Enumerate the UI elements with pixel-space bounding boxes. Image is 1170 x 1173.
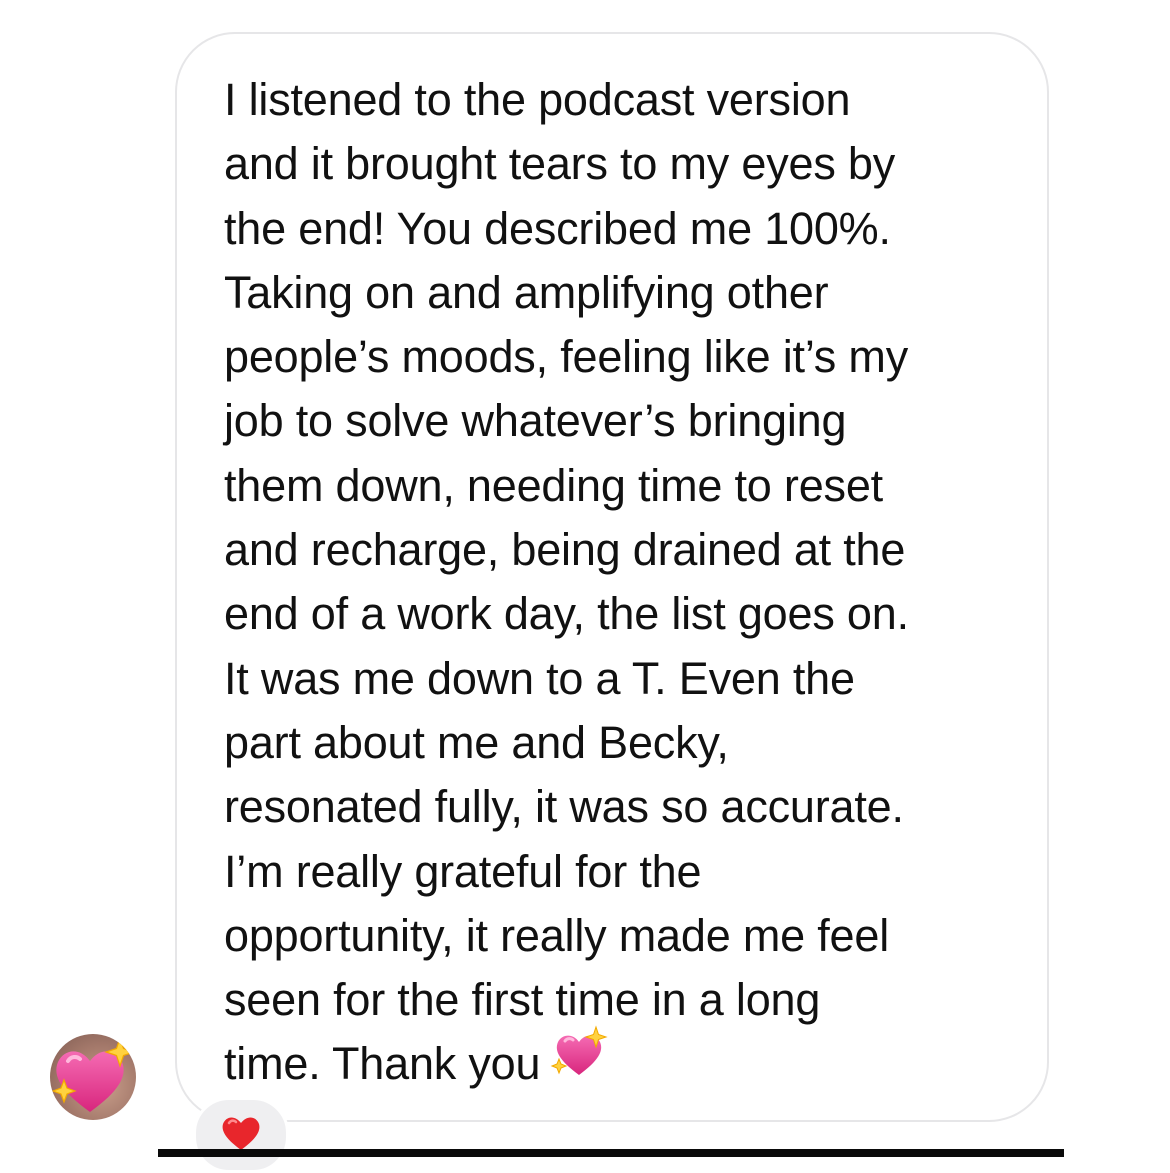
message-line: and it brought tears to my eyes by bbox=[224, 138, 896, 190]
avatar[interactable] bbox=[50, 1034, 136, 1120]
message-line: job to solve whatever’s bringing bbox=[224, 395, 847, 447]
message-line: end of a work day, the list goes on. bbox=[224, 588, 909, 640]
message-line: part about me and Becky, bbox=[224, 716, 729, 768]
reaction-badge[interactable] bbox=[193, 1097, 289, 1173]
message-line: I listened to the podcast version bbox=[224, 74, 851, 125]
message-line: opportunity, it really made me feel bbox=[224, 909, 889, 961]
message-line: I’m really grateful for the bbox=[224, 845, 702, 897]
sparkling-heart-icon bbox=[51, 1036, 136, 1112]
message-line: seen for the first time in a long bbox=[224, 974, 821, 1026]
message-line: and recharge, being drained at the bbox=[224, 524, 906, 576]
message-line: people’s moods, feeling like it’s my bbox=[224, 331, 908, 383]
message-line: time. Thank you bbox=[224, 1038, 541, 1090]
message-line: Taking on and amplifying other bbox=[224, 266, 829, 318]
message-line-last: time. Thank you bbox=[224, 1025, 1024, 1100]
message-line: resonated fully, it was so accurate. bbox=[224, 781, 904, 833]
sparkling-heart-icon bbox=[550, 1025, 608, 1100]
message-text: I listened to the podcast version and it… bbox=[224, 68, 1024, 1100]
bottom-bar bbox=[158, 1149, 1064, 1157]
message-line: the end! You described me 100%. bbox=[224, 202, 891, 254]
red-heart-icon bbox=[222, 1117, 260, 1150]
message-line: them down, needing time to reset bbox=[224, 459, 883, 511]
message-line: It was me down to a T. Even the bbox=[224, 652, 855, 704]
